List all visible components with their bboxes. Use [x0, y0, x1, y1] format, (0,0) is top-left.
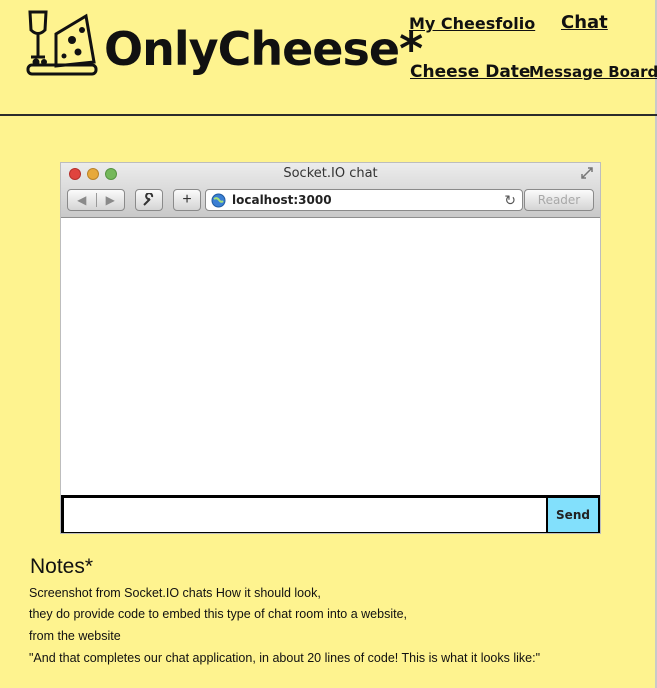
wrench-icon — [143, 193, 154, 206]
back-icon[interactable]: ◀ — [68, 193, 96, 207]
address-bar[interactable]: localhost:3000 ↻ — [205, 189, 523, 211]
note-line: "And that completes our chat application… — [29, 651, 541, 665]
nav-link-cheese-date[interactable]: Cheese Date — [410, 62, 530, 82]
chat-messages-area — [61, 219, 600, 495]
note-line: from the website — [29, 629, 121, 643]
send-button[interactable]: Send — [548, 498, 598, 532]
site-header: OnlyCheese* My Cheesfolio Chat Cheese Da… — [0, 0, 657, 116]
url-text: localhost:3000 — [232, 193, 332, 207]
browser-toolbar: Socket.IO chat ◀ ▶ + localhost:3000 ↻ Re… — [61, 163, 600, 218]
plus-icon[interactable]: + — [173, 189, 201, 211]
chat-form: Send — [61, 495, 600, 533]
wrench-button[interactable] — [135, 189, 163, 211]
back-forward-buttons: ◀ ▶ — [67, 189, 125, 211]
wine-and-cheese-icon — [26, 10, 98, 76]
nav-link-cheesfolio[interactable]: My Cheesfolio — [409, 14, 535, 33]
expand-icon[interactable] — [580, 166, 594, 180]
forward-icon[interactable]: ▶ — [95, 193, 125, 207]
globe-icon — [211, 193, 226, 208]
chat-screenshot: Socket.IO chat ◀ ▶ + localhost:3000 ↻ Re… — [60, 162, 601, 534]
nav-link-chat[interactable]: Chat — [561, 12, 608, 33]
reload-icon[interactable]: ↻ — [504, 192, 516, 209]
reader-button[interactable]: Reader — [524, 189, 594, 211]
note-line: they do provide code to embed this type … — [29, 607, 407, 621]
brand-name: OnlyCheese* — [104, 22, 423, 76]
notes-title: Notes* — [30, 555, 94, 578]
window-title: Socket.IO chat — [283, 166, 378, 181]
note-line: Screenshot from Socket.IO chats How it s… — [29, 586, 321, 600]
nav-link-message-board[interactable]: Message Board — [529, 63, 657, 81]
chat-message-input[interactable] — [64, 498, 546, 532]
